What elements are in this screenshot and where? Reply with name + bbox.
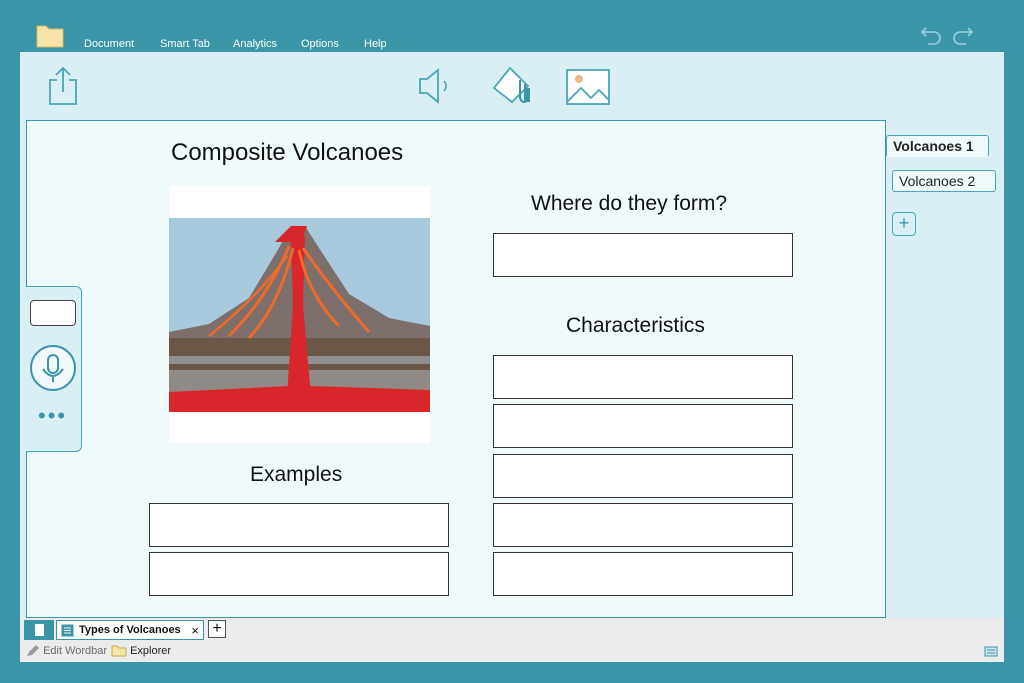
volcano-image (169, 186, 430, 443)
close-tab-icon[interactable]: × (191, 623, 199, 638)
home-tab[interactable] (24, 620, 54, 640)
document-icon (35, 624, 44, 636)
side-input-field[interactable] (30, 300, 76, 326)
menu-options[interactable]: Options (301, 38, 339, 50)
menu-smart-tab[interactable]: Smart Tab (160, 38, 210, 50)
page-tabs: Volcanoes 1 Volcanoes 2 + (886, 120, 1004, 618)
menu-document[interactable]: Document (84, 38, 134, 50)
where-answer-box[interactable] (493, 233, 793, 277)
more-options-icon[interactable]: ••• (38, 405, 67, 427)
explorer-button[interactable]: Explorer (111, 645, 171, 657)
page-tab-volcanoes-2[interactable]: Volcanoes 2 (892, 170, 996, 192)
speaker-icon[interactable] (416, 66, 454, 106)
folder-icon[interactable] (36, 22, 64, 48)
pencil-icon (27, 645, 39, 657)
microphone-icon (42, 354, 64, 382)
characteristics-box-4[interactable] (493, 503, 793, 547)
undo-icon[interactable] (920, 24, 942, 46)
characteristics-box-2[interactable] (493, 404, 793, 448)
edit-wordbar-button[interactable]: Edit Wordbar (26, 645, 107, 657)
characteristics-box-3[interactable] (493, 454, 793, 498)
document-tab[interactable]: Types of Volcanoes × (56, 620, 204, 640)
menu-analytics[interactable]: Analytics (233, 38, 277, 50)
examples-box-1[interactable] (149, 503, 449, 547)
characteristics-box-5[interactable] (493, 552, 793, 596)
undo-redo-group (914, 24, 974, 51)
image-icon[interactable] (565, 68, 611, 106)
side-panel: ••• (26, 286, 82, 452)
keyboard-icon[interactable] (984, 644, 998, 658)
toolbar (20, 52, 1004, 120)
page-title: Composite Volcanoes (171, 139, 404, 166)
redo-icon[interactable] (952, 24, 974, 46)
explorer-folder-icon (111, 645, 127, 657)
menu-help[interactable]: Help (364, 38, 387, 50)
explorer-label: Explorer (130, 645, 172, 657)
document-tab-label: Types of Volcanoes (79, 624, 181, 636)
microphone-button[interactable] (30, 345, 76, 391)
grid-doc-icon (61, 624, 74, 637)
examples-box-2[interactable] (149, 552, 449, 596)
bottom-bar: Types of Volcanoes × + Edit Wordbar Expl… (20, 618, 1004, 662)
edit-wordbar-label: Edit Wordbar (43, 645, 108, 657)
characteristics-heading: Characteristics (566, 314, 705, 337)
add-page-button[interactable]: + (892, 212, 916, 236)
share-icon[interactable] (46, 64, 80, 106)
examples-heading: Examples (250, 463, 343, 486)
where-heading: Where do they form? (531, 192, 728, 215)
menu-bar: Document Smart Tab Analytics Options Hel… (20, 18, 1004, 52)
volcano-illustration (169, 218, 430, 412)
page-tab-volcanoes-1[interactable]: Volcanoes 1 (886, 135, 989, 157)
characteristics-box-1[interactable] (493, 355, 793, 399)
add-tab-button[interactable]: + (208, 620, 226, 638)
fill-bucket-icon[interactable] (490, 62, 534, 106)
